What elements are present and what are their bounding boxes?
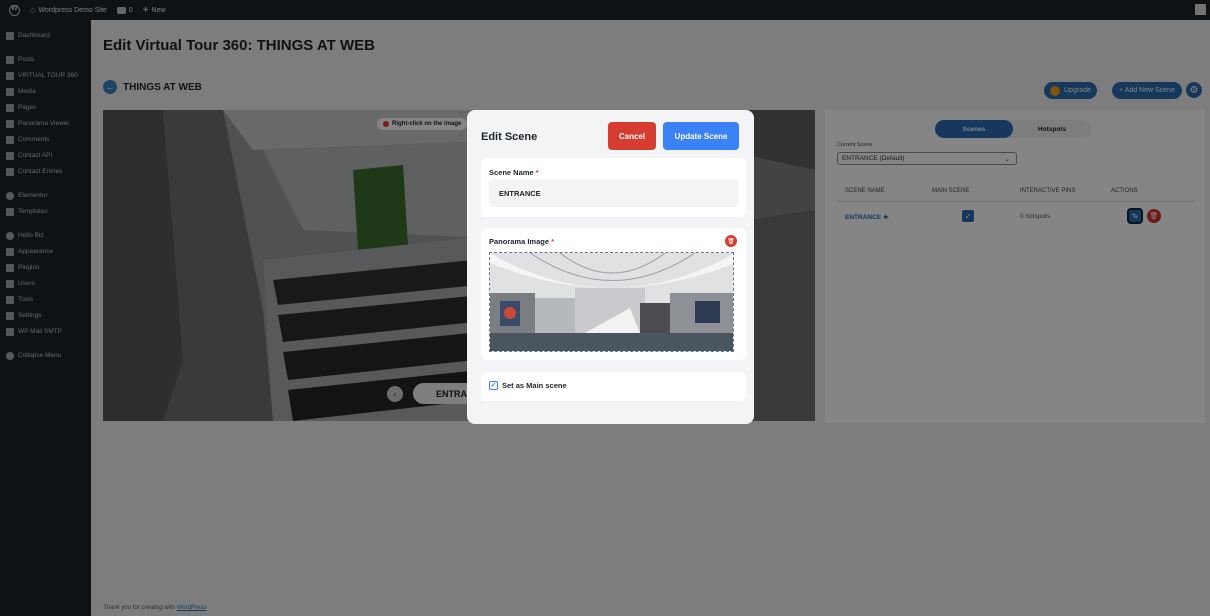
- scene-name-card: Scene Name * ENTRANCE: [481, 158, 746, 217]
- modal-title: Edit Scene: [481, 131, 538, 143]
- panorama-preview[interactable]: [489, 252, 734, 352]
- panorama-image-card: Panorama Image * 🗑: [481, 228, 746, 360]
- required-mark: *: [551, 237, 555, 246]
- scene-name-label: Scene Name *: [489, 168, 539, 177]
- remove-image-icon[interactable]: 🗑: [725, 235, 737, 247]
- main-scene-card: ✓ Set as Main scene: [481, 372, 746, 401]
- cancel-button[interactable]: Cancel: [608, 122, 656, 150]
- scene-name-label-text: Scene Name: [489, 168, 534, 177]
- edit-scene-modal: Edit Scene Cancel Update Scene Scene Nam…: [467, 110, 754, 424]
- main-scene-toggle[interactable]: ✓ Set as Main scene: [489, 381, 567, 390]
- main-scene-checkbox[interactable]: ✓: [489, 381, 498, 390]
- panorama-image-label: Panorama Image *: [489, 237, 554, 246]
- main-scene-label: Set as Main scene: [502, 381, 567, 390]
- required-mark: *: [535, 168, 539, 177]
- panorama-image-label-text: Panorama Image: [489, 237, 550, 246]
- scene-name-input[interactable]: ENTRANCE: [489, 179, 738, 207]
- update-scene-button[interactable]: Update Scene: [663, 122, 739, 150]
- panorama-thumbnail-image: [490, 253, 733, 351]
